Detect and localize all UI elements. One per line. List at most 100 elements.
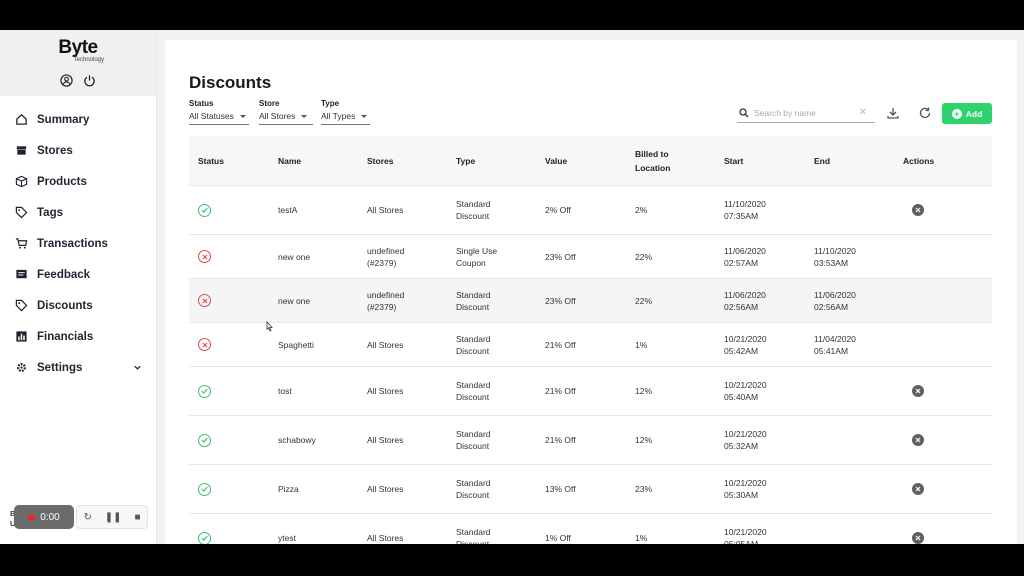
name-cell: tost: [278, 386, 292, 396]
x-circle-icon: [198, 250, 211, 263]
type-cell: Standard Discount: [456, 333, 491, 356]
deactivate-icon[interactable]: [912, 385, 924, 397]
add-discount-button[interactable]: + Add: [942, 103, 992, 124]
sidebar-header: Byte Technology: [0, 30, 156, 96]
sidebar-item-products[interactable]: Products: [0, 166, 156, 197]
timer-text: 0:00: [40, 511, 60, 523]
sidebar-item-stores[interactable]: Stores: [0, 135, 156, 166]
caret-down-icon: [239, 114, 246, 118]
sidebar-item-tags[interactable]: Tags: [0, 197, 156, 228]
name-cell: Spaghetti: [278, 339, 314, 350]
sidebar-item-financials[interactable]: Financials: [0, 321, 156, 352]
value-cell: 21% Off: [545, 339, 576, 350]
type-cell: Standard Discount: [456, 199, 491, 221]
end-cell: [814, 204, 903, 216]
table-row[interactable]: Spaghetti All Stores Standard Discount 21% O…: [189, 323, 992, 367]
cart-icon: [15, 237, 28, 250]
sidebar-item-settings[interactable]: Settings: [0, 352, 156, 383]
app-screen: Byte Technology Summary Stores Products …: [0, 30, 1024, 544]
col-start[interactable]: Start: [724, 154, 814, 168]
sidebar-item-summary[interactable]: Summary: [0, 104, 156, 135]
caret-down-icon: [361, 114, 368, 118]
user-icon[interactable]: [60, 74, 73, 87]
billed-cell: 1%: [635, 533, 648, 543]
sidebar-item-transactions[interactable]: Transactions: [0, 228, 156, 259]
actions-cell: [903, 385, 992, 397]
page-title: Discounts: [189, 73, 272, 92]
recording-timer[interactable]: 0:00: [14, 505, 74, 529]
table-row[interactable]: tost All Stores Standard Discount 21% Off 12%…: [189, 367, 992, 416]
type-select[interactable]: All Types: [321, 111, 370, 125]
feedback-icon: [15, 268, 28, 281]
sidebar-item-label: Products: [37, 175, 87, 188]
table-row[interactable]: testA All Stores Standard Discount 2% Off 2% 1…: [189, 186, 992, 235]
stores-cell: All Stores: [367, 484, 404, 494]
sidebar: Byte Technology Summary Stores Products …: [0, 30, 157, 544]
caret-down-icon: [301, 114, 308, 118]
billed-cell: 2%: [635, 205, 648, 215]
stores-cell: undefined (#2379): [367, 289, 405, 312]
status-filter[interactable]: Status All Statuses: [189, 99, 249, 125]
name-cell: ytest: [278, 533, 296, 543]
recording-controls: ↻ ❚❚ ■: [76, 505, 148, 529]
deactivate-icon[interactable]: [912, 204, 924, 216]
recorder-widget: ByteUser 0:00 ↻ ❚❚ ■: [10, 505, 150, 531]
table-row[interactable]: schabowy All Stores Standard Discount 21% Of…: [189, 416, 992, 465]
stop-icon[interactable]: ■: [134, 512, 140, 523]
table-row[interactable]: Pizza All Stores Standard Discount 13% Off 23…: [189, 465, 992, 514]
sidebar-item-discounts[interactable]: Discounts: [0, 290, 156, 321]
search-input[interactable]: [754, 108, 854, 118]
download-icon[interactable]: [886, 106, 900, 120]
clear-icon[interactable]: ✕: [859, 107, 867, 118]
name-cell: new one: [278, 295, 311, 306]
status-cell: [189, 250, 278, 263]
filter-label: Store: [259, 99, 280, 108]
col-value[interactable]: Value: [545, 154, 635, 168]
deactivate-icon[interactable]: [912, 532, 924, 544]
store-filter[interactable]: Store All Stores: [259, 99, 313, 125]
status-cell: [189, 482, 278, 496]
end-cell: [814, 434, 903, 446]
sidebar-item-label: Discounts: [37, 299, 93, 312]
deactivate-icon[interactable]: [912, 434, 924, 446]
stores-cell: All Stores: [367, 533, 404, 543]
table-row[interactable]: new one undefined (#2379) Standard Discount 2…: [189, 279, 992, 323]
logo[interactable]: Byte Technology: [48, 38, 108, 64]
type-cell: Single Use Coupon: [456, 245, 498, 268]
table-row[interactable]: ytest All Stores Standard Discount 1% Off 1% 1…: [189, 514, 992, 544]
billed-cell: 12%: [635, 435, 653, 445]
check-circle-icon: [198, 531, 211, 544]
status-cell: [189, 531, 278, 544]
col-status[interactable]: Status: [189, 154, 278, 168]
restart-icon[interactable]: ↻: [83, 512, 91, 523]
deactivate-icon[interactable]: [912, 483, 924, 495]
type-filter[interactable]: Type All Types: [321, 99, 370, 125]
start-cell: 10/21/2020 05:42AM: [724, 333, 767, 356]
start-cell: 10/21/2020 05:05AM: [724, 527, 767, 544]
end-cell: 11/10/2020 03:53AM: [814, 245, 856, 268]
refresh-icon[interactable]: [918, 106, 932, 120]
type-cell: Standard Discount: [456, 429, 491, 451]
col-stores[interactable]: Stores: [367, 154, 456, 168]
pause-icon[interactable]: ❚❚: [105, 512, 122, 523]
type-cell: Standard Discount: [456, 380, 491, 402]
col-type[interactable]: Type: [456, 154, 545, 168]
col-billed[interactable]: Billed to Location: [635, 147, 724, 175]
col-end[interactable]: End: [814, 154, 903, 168]
discount-tag-icon: [15, 299, 28, 312]
store-select[interactable]: All Stores: [259, 111, 313, 125]
logo-subtext: Technology: [73, 57, 104, 63]
status-select[interactable]: All Statuses: [189, 111, 249, 125]
table-header: Status Name Stores Type Value Billed to L…: [189, 136, 992, 186]
stores-cell: All Stores: [367, 205, 404, 215]
col-name[interactable]: Name: [278, 154, 367, 168]
discounts-table: Status Name Stores Type Value Billed to L…: [189, 136, 992, 544]
sidebar-item-label: Feedback: [37, 268, 91, 281]
sidebar-item-label: Summary: [37, 113, 90, 126]
table-row[interactable]: new one undefined (#2379) Single Use Coupon 2…: [189, 235, 992, 279]
store-icon: [15, 144, 28, 157]
chevron-down-icon[interactable]: [133, 363, 142, 372]
billed-cell: 22%: [635, 295, 653, 306]
sidebar-item-feedback[interactable]: Feedback: [0, 259, 156, 290]
power-icon[interactable]: [83, 74, 96, 87]
